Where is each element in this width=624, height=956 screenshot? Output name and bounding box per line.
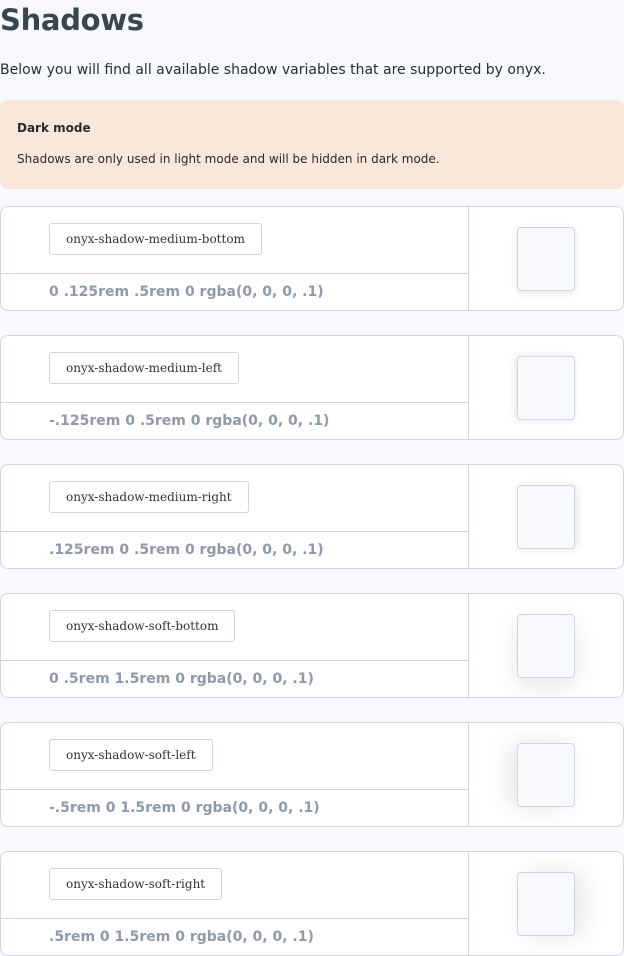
shadow-preview-box bbox=[517, 485, 575, 549]
shadow-variable-name[interactable]: onyx-shadow-medium-left bbox=[49, 352, 239, 384]
shadow-preview-box bbox=[517, 227, 575, 291]
shadow-variable-value: 0 .5rem 1.5rem 0 rgba(0, 0, 0, .1) bbox=[49, 671, 314, 687]
shadow-variable-name[interactable]: onyx-shadow-soft-left bbox=[49, 739, 213, 771]
shadow-card-medium-bottom: onyx-shadow-medium-bottom 0 .125rem .5re… bbox=[0, 206, 624, 311]
callout-text: Shadows are only used in light mode and … bbox=[17, 152, 440, 166]
page-intro: Below you will find all available shadow… bbox=[0, 62, 546, 78]
shadow-info: onyx-shadow-medium-right .125rem 0 .5rem… bbox=[1, 465, 469, 568]
shadow-variable-value: .125rem 0 .5rem 0 rgba(0, 0, 0, .1) bbox=[49, 542, 324, 558]
divider bbox=[1, 918, 468, 919]
shadow-variable-name[interactable]: onyx-shadow-soft-bottom bbox=[49, 610, 236, 642]
shadow-variable-name[interactable]: onyx-shadow-medium-right bbox=[49, 481, 249, 513]
divider bbox=[1, 402, 468, 403]
shadow-info: onyx-shadow-medium-left -.125rem 0 .5rem… bbox=[1, 336, 469, 439]
shadow-card-soft-bottom: onyx-shadow-soft-bottom 0 .5rem 1.5rem 0… bbox=[0, 593, 624, 698]
shadow-card-soft-right: onyx-shadow-soft-right .5rem 0 1.5rem 0 … bbox=[0, 851, 624, 956]
shadow-variable-value: -.5rem 0 1.5rem 0 rgba(0, 0, 0, .1) bbox=[49, 800, 320, 816]
shadow-preview-box bbox=[517, 356, 575, 420]
divider bbox=[1, 531, 468, 532]
shadow-card-medium-right: onyx-shadow-medium-right .125rem 0 .5rem… bbox=[0, 464, 624, 569]
shadow-card-medium-left: onyx-shadow-medium-left -.125rem 0 .5rem… bbox=[0, 335, 624, 440]
shadow-preview-box bbox=[517, 872, 575, 936]
page-title: Shadows bbox=[0, 3, 144, 37]
shadow-variable-name[interactable]: onyx-shadow-soft-right bbox=[49, 868, 223, 900]
shadow-variable-value: 0 .125rem .5rem 0 rgba(0, 0, 0, .1) bbox=[49, 284, 324, 300]
dark-mode-callout: Dark mode Shadows are only used in light… bbox=[0, 100, 624, 189]
shadow-variable-value: .5rem 0 1.5rem 0 rgba(0, 0, 0, .1) bbox=[49, 929, 314, 945]
shadow-info: onyx-shadow-soft-left -.5rem 0 1.5rem 0 … bbox=[1, 723, 469, 826]
shadow-variable-value: -.125rem 0 .5rem 0 rgba(0, 0, 0, .1) bbox=[49, 413, 330, 429]
shadow-preview-box bbox=[517, 614, 575, 678]
shadow-card-soft-left: onyx-shadow-soft-left -.5rem 0 1.5rem 0 … bbox=[0, 722, 624, 827]
divider bbox=[1, 789, 468, 790]
shadow-info: onyx-shadow-medium-bottom 0 .125rem .5re… bbox=[1, 207, 469, 310]
callout-title: Dark mode bbox=[17, 121, 91, 135]
divider bbox=[1, 660, 468, 661]
shadow-info: onyx-shadow-soft-bottom 0 .5rem 1.5rem 0… bbox=[1, 594, 469, 697]
shadow-preview-box bbox=[517, 743, 575, 807]
shadow-variable-name[interactable]: onyx-shadow-medium-bottom bbox=[49, 223, 262, 255]
shadows-page: Shadows Below you will find all availabl… bbox=[0, 0, 624, 956]
shadow-info: onyx-shadow-soft-right .5rem 0 1.5rem 0 … bbox=[1, 852, 469, 955]
divider bbox=[1, 273, 468, 274]
